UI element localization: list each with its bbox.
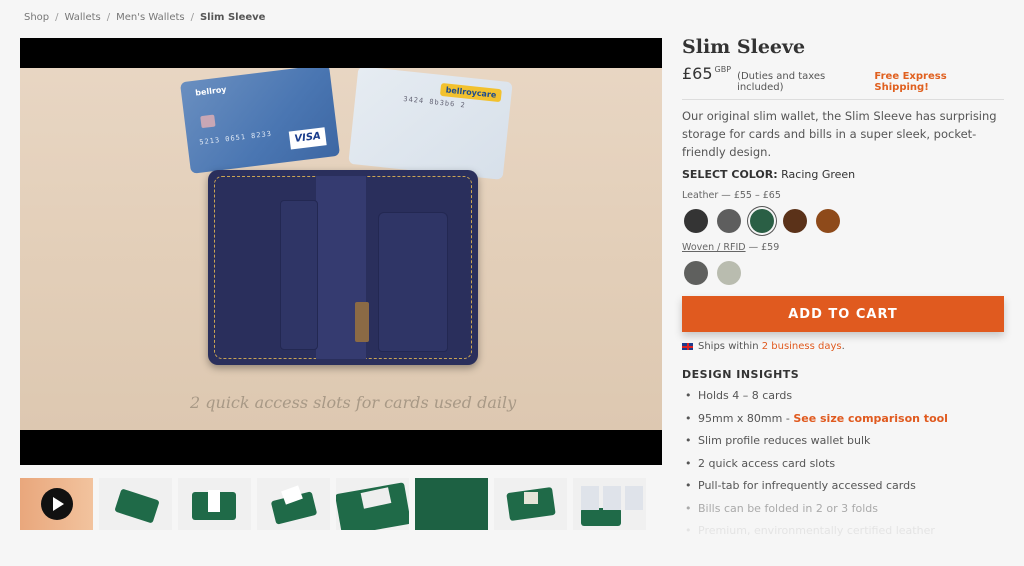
color-swatch-black[interactable] <box>684 209 708 233</box>
uk-flag-icon <box>682 343 693 350</box>
price-row: £65 GBP (Duties and taxes included) Free… <box>682 64 1004 100</box>
wallet-image <box>208 170 478 365</box>
size-comparison-link[interactable]: See size comparison tool <box>793 412 948 425</box>
thumbnail-image[interactable] <box>415 478 488 530</box>
thumbnail-image[interactable] <box>257 478 330 530</box>
care-card-image: bellroycare 3424 8b3b6 2 <box>348 68 513 180</box>
currency-code: GBP <box>714 65 732 74</box>
color-swatch-grey[interactable] <box>717 209 741 233</box>
shipping-info: Ships within 2 business days. <box>682 341 1004 352</box>
breadcrumb-mens-wallets[interactable]: Men's Wallets <box>116 12 184 23</box>
woven-swatches <box>684 261 1004 285</box>
card-number: 5213 0651 8233 <box>198 129 273 147</box>
leather-swatches <box>684 209 1004 233</box>
woven-group-label: Woven / RFID — £59 <box>682 242 1004 253</box>
ships-text: Ships within <box>698 341 762 352</box>
leather-group-label: Leather — £55 – £65 <box>682 190 781 201</box>
list-item: Slim profile reduces wallet bulk <box>682 434 1004 457</box>
play-icon <box>41 488 73 520</box>
color-swatch-tan[interactable] <box>816 209 840 233</box>
ships-suffix: . <box>841 341 845 352</box>
breadcrumb-separator: / <box>55 12 59 23</box>
size-text: 95mm x 80mm - <box>698 411 794 425</box>
video-frame: bellroy 5213 0651 8233 VISA bellroycare … <box>20 68 662 430</box>
product-info: Slim Sleeve £65 GBP (Duties and taxes in… <box>682 36 1004 547</box>
thumbnail-image[interactable] <box>99 478 172 530</box>
product-description: Our original slim wallet, the Slim Sleev… <box>682 109 997 159</box>
thumbnail-strip <box>20 478 646 530</box>
free-shipping-badge: Free Express Shipping! <box>874 71 947 93</box>
design-insights-list: Holds 4 – 8 cards 95mm x 80mm - See size… <box>682 389 1004 547</box>
breadcrumb-current: Slim Sleeve <box>199 12 266 23</box>
credit-card-image: bellroy 5213 0651 8233 VISA <box>179 68 341 174</box>
breadcrumb-shop[interactable]: Shop <box>24 12 49 23</box>
breadcrumb-wallets[interactable]: Wallets <box>65 12 101 23</box>
design-insights-title: DESIGN INSIGHTS <box>682 368 800 381</box>
selected-color-name: Racing Green <box>781 168 856 181</box>
product-video-player[interactable]: bellroy 5213 0651 8233 VISA bellroycare … <box>20 38 662 465</box>
color-swatch-racing-green[interactable] <box>750 209 774 233</box>
video-caption: 2 quick access slots for cards used dail… <box>190 393 517 412</box>
product-title: Slim Sleeve <box>682 36 806 58</box>
product-price: £65 <box>682 64 713 83</box>
add-to-cart-button[interactable]: ADD TO CART <box>682 296 1004 332</box>
color-swatch-woven-sage[interactable] <box>717 261 741 285</box>
breadcrumb-separator: / <box>190 12 194 23</box>
card-brand: bellroy <box>194 84 227 98</box>
visa-logo: VISA <box>288 127 327 150</box>
select-color-label: SELECT COLOR: Racing Green <box>682 168 1004 181</box>
thumbnail-video[interactable] <box>20 478 93 530</box>
list-item: 95mm x 80mm - See size comparison tool <box>682 412 1004 435</box>
list-item: Pull-tab for infrequently accessed cards <box>682 479 1004 502</box>
card-chip <box>200 114 216 129</box>
list-item: Holds 4 – 8 cards <box>682 389 1004 412</box>
tax-note: (Duties and taxes included) <box>737 71 826 93</box>
breadcrumb-separator: / <box>106 12 111 23</box>
thumbnail-image[interactable] <box>494 478 567 530</box>
list-item: Bills can be folded in 2 or 3 folds <box>682 502 1004 525</box>
color-swatch-woven-grey[interactable] <box>684 261 708 285</box>
thumbnail-image[interactable] <box>336 478 409 530</box>
list-item: Premium, environmentally certified leath… <box>682 524 1004 547</box>
color-swatch-brown[interactable] <box>783 209 807 233</box>
ships-days: 2 business days <box>761 341 842 352</box>
woven-rfid-link[interactable]: Woven / RFID <box>682 242 746 253</box>
woven-group-price: — £59 <box>745 242 780 253</box>
pull-tab <box>355 302 369 342</box>
thumbnail-image[interactable] <box>573 478 646 530</box>
thumbnail-image[interactable] <box>178 478 251 530</box>
select-color-heading: SELECT COLOR: <box>682 168 778 181</box>
list-item: 2 quick access card slots <box>682 457 1004 480</box>
breadcrumb: Shop / Wallets / Men's Wallets / Slim Sl… <box>24 12 265 23</box>
